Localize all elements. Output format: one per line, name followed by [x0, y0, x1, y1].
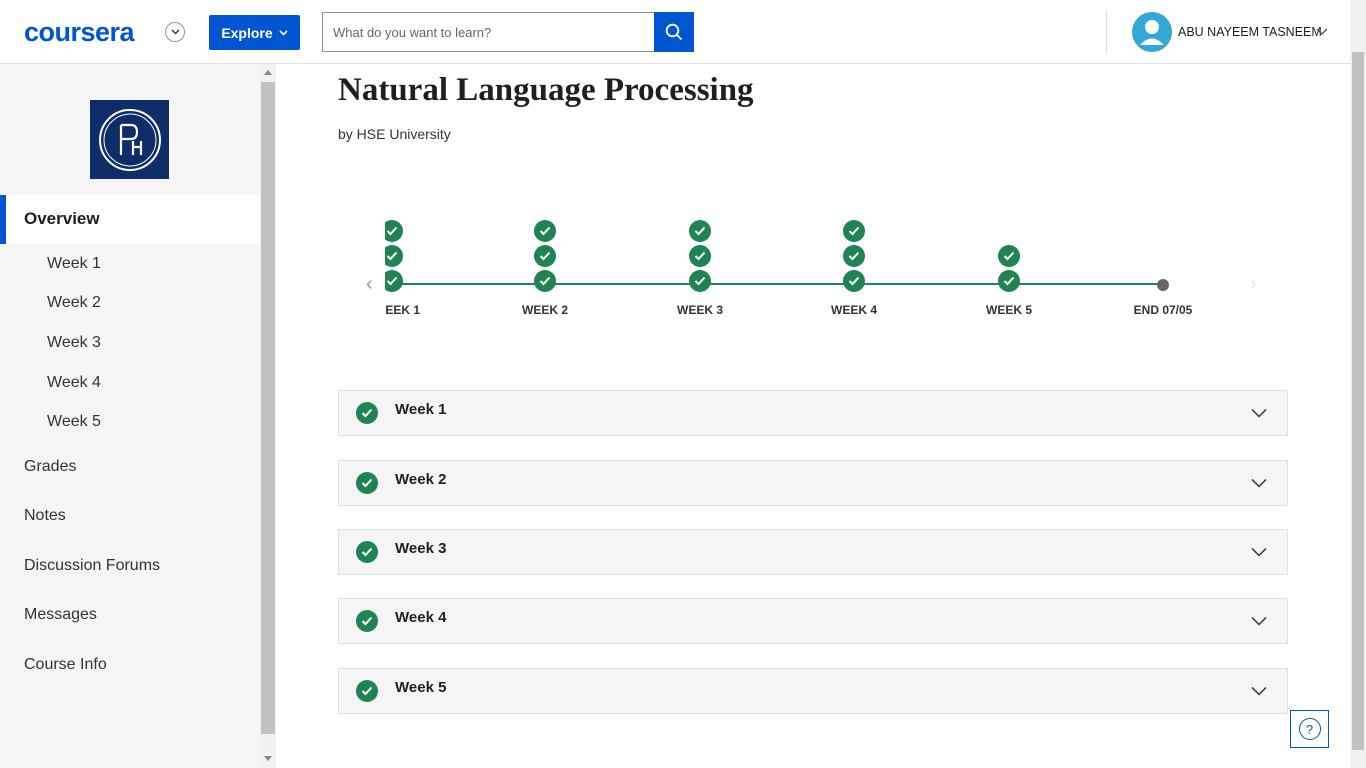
check-circle-icon [534, 220, 556, 242]
sidebar-item-week-1[interactable]: Week 1 [47, 255, 101, 273]
week-label: Week 1 [395, 401, 447, 418]
check-circle-icon [385, 270, 403, 292]
check-circle-icon [356, 402, 378, 424]
check-circle-icon [843, 220, 865, 242]
check-circle-icon [534, 245, 556, 267]
sidebar-item-messages[interactable]: Messages [24, 606, 97, 624]
timeline-label: WEEK 4 [830, 303, 878, 317]
check-circle-icon [843, 270, 865, 292]
help-button[interactable]: ? [1290, 710, 1329, 748]
sidebar-item-notes[interactable]: Notes [24, 507, 66, 525]
timeline-label: END 07/05 [1133, 303, 1193, 317]
week-accordion-5[interactable]: Week 5 [338, 668, 1288, 714]
user-name[interactable]: ABU NAYEEM TASNEEM [1178, 25, 1322, 39]
main-scrollbar[interactable] [1350, 0, 1366, 768]
timeline-label: WEEK 2 [521, 303, 569, 317]
sidebar-item-label: Overview [24, 209, 100, 228]
check-circle-icon [998, 245, 1020, 267]
week-accordion-1[interactable]: Week 1 [338, 390, 1288, 436]
page-title: Natural Language Processing [338, 72, 754, 108]
chevron-down-icon[interactable] [1251, 408, 1267, 418]
sidebar-item-week-3[interactable]: Week 3 [47, 334, 101, 352]
sidebar-item-overview[interactable]: Overview [0, 195, 260, 244]
timeline-line [385, 283, 1163, 285]
week-label: Week 2 [395, 471, 447, 488]
check-circle-icon [998, 270, 1020, 292]
check-circle-icon [843, 245, 865, 267]
sidebar-item-grades[interactable]: Grades [24, 458, 76, 476]
coursera-logo[interactable]: coursera [24, 17, 135, 48]
timeline-label: WEEK 1 [385, 303, 421, 317]
week-label: Week 3 [395, 540, 447, 557]
check-circle-icon [356, 610, 378, 632]
sidebar-item-course-info[interactable]: Course Info [24, 656, 107, 674]
search-button[interactable] [654, 12, 694, 52]
week-label: Week 5 [395, 679, 447, 696]
chevron-down-icon[interactable] [1251, 547, 1267, 557]
check-circle-icon [689, 270, 711, 292]
chevron-down-icon[interactable] [165, 22, 185, 42]
check-circle-icon [385, 245, 403, 267]
sidebar-item-discussion-forums[interactable]: Discussion Forums [24, 557, 160, 575]
help-icon: ? [1298, 718, 1321, 740]
check-circle-icon [356, 472, 378, 494]
explore-label: Explore [221, 24, 273, 41]
check-circle-icon [689, 245, 711, 267]
chevron-down-icon[interactable] [1316, 28, 1328, 36]
check-circle-icon [534, 270, 556, 292]
chevron-down-icon[interactable] [1251, 616, 1267, 626]
header-divider [1106, 10, 1107, 54]
week-accordion-3[interactable]: Week 3 [338, 529, 1288, 575]
search-input[interactable] [322, 12, 654, 52]
chevron-down-icon[interactable] [1251, 686, 1267, 696]
hse-emblem-icon [98, 108, 161, 171]
user-icon [1140, 20, 1164, 45]
timeline-label: WEEK 5 [985, 303, 1033, 317]
chevron-down-icon [279, 29, 288, 36]
timeline-label: WEEK 3 [676, 303, 724, 317]
top-navigation-bar: coursera Explore ABU NAYEEM TASNEEM [0, 0, 1350, 64]
course-provider: by HSE University [338, 126, 451, 142]
week-accordion-2[interactable]: Week 2 [338, 460, 1288, 506]
university-logo[interactable] [90, 100, 169, 179]
scroll-down-icon[interactable] [264, 756, 272, 761]
week-label: Week 4 [395, 609, 447, 626]
sidebar-scrollbar[interactable] [260, 64, 276, 768]
progress-timeline: WEEK 1 WEEK 2 WEEK 3 WEEK 4 WEEK 5 END 07/05 [385, 200, 1255, 330]
avatar[interactable] [1132, 12, 1172, 52]
check-circle-icon [385, 220, 403, 242]
main-scroll-thumb[interactable] [1352, 52, 1364, 750]
course-sidebar: Overview Week 1 Week 2 Week 3 Week 4 Wee… [0, 64, 260, 768]
timeline-end-marker [1157, 279, 1169, 291]
chevron-left-icon[interactable]: ‹ [366, 273, 373, 296]
check-circle-icon [356, 541, 378, 563]
check-circle-icon [689, 220, 711, 242]
week-accordion-4[interactable]: Week 4 [338, 598, 1288, 644]
sidebar-scroll-thumb[interactable] [261, 82, 275, 734]
sidebar-item-week-4[interactable]: Week 4 [47, 374, 101, 392]
sidebar-item-week-5[interactable]: Week 5 [47, 413, 101, 431]
search-icon [665, 23, 683, 41]
scroll-up-icon[interactable] [264, 70, 272, 75]
sidebar-item-week-2[interactable]: Week 2 [47, 294, 101, 312]
chevron-down-icon[interactable] [1251, 478, 1267, 488]
check-circle-icon [356, 680, 378, 702]
explore-button[interactable]: Explore [209, 15, 300, 50]
